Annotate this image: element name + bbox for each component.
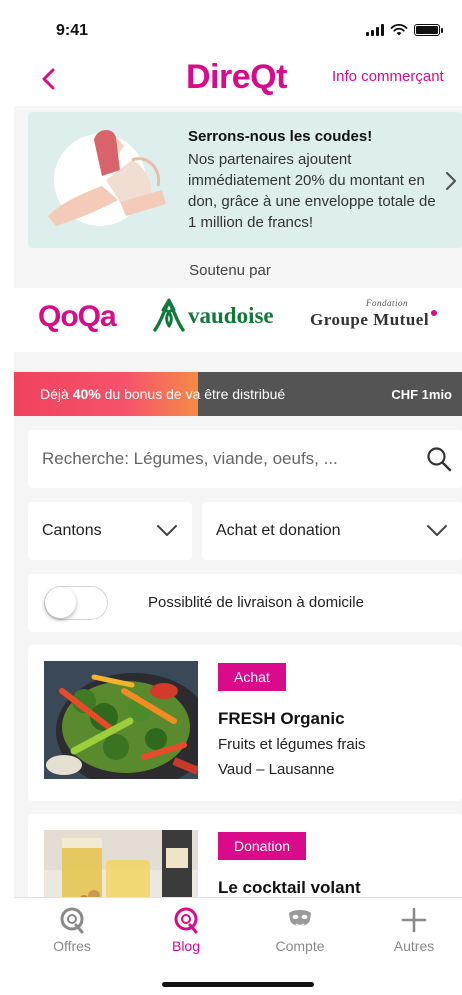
search-bar: [28, 430, 462, 488]
sponsor-logos: QoQa vaudoise Fondation Groupe Mutuel: [14, 288, 462, 352]
canton-dropdown[interactable]: Cantons: [28, 502, 192, 560]
partner-banner[interactable]: Serrons-nous les coudes! Nos partenaires…: [28, 112, 462, 248]
signal-icon: [366, 24, 384, 36]
vaudoise-wordmark: vaudoise: [188, 303, 274, 328]
battery-icon: [414, 24, 443, 36]
groupe-mutuel-dot-icon: [431, 310, 438, 316]
delivery-toggle[interactable]: [44, 586, 108, 620]
q-icon: [174, 907, 198, 934]
chevron-down-icon: [157, 525, 177, 536]
status-bar: 9:41: [14, 0, 462, 56]
app-logo: DireQt: [186, 58, 287, 96]
vegetables-photo: [44, 661, 198, 779]
bonus-amount: CHF 1mio: [391, 387, 452, 402]
banner-title: Serrons-nous les coudes!: [188, 128, 373, 145]
back-chevron-icon[interactable]: [34, 64, 64, 94]
home-indicator: [162, 982, 314, 987]
merchant-info-link[interactable]: Info commerçant: [332, 68, 444, 85]
qoqa-logo: QoQa: [38, 300, 117, 333]
banner-text: Nos partenaires ajoutent immédiatement 2…: [188, 151, 436, 231]
plus-icon: [401, 907, 427, 933]
tab-label: Autres: [393, 938, 435, 954]
type-dropdown-label: Achat et donation: [216, 522, 341, 539]
delivery-toggle-row: Possiblité de livraison à domicile: [28, 574, 462, 632]
tab-autres[interactable]: Autres: [364, 906, 462, 954]
mask-icon: [289, 910, 311, 927]
progress-label: Déjà 40% du bonus de va être distribué: [40, 386, 286, 402]
vaudoise-leaf-icon: [153, 298, 185, 332]
q-icon: [60, 907, 84, 934]
tab-compte[interactable]: Compte: [250, 906, 350, 954]
tab-label: Compte: [275, 938, 325, 954]
vaudoise-logo: vaudoise: [152, 298, 274, 334]
listing-description: Fruits et légumes frais: [218, 736, 366, 753]
top-navigation: DireQt Info commerçant: [14, 56, 462, 106]
listing-badge: Donation: [218, 832, 307, 860]
tab-blog[interactable]: Blog: [136, 906, 236, 954]
canton-dropdown-label: Cantons: [42, 522, 102, 539]
groupe-mutuel-logo: Fondation Groupe Mutuel: [310, 298, 438, 330]
chevron-down-icon: [427, 525, 447, 536]
listing-name: FRESH Organic: [218, 709, 345, 728]
groupe-mutuel-tagline: Fondation: [366, 298, 408, 308]
bottom-tab-bar: Offres Blog Compte Autres: [14, 897, 462, 995]
type-dropdown[interactable]: Achat et donation: [202, 502, 462, 560]
app-screen: 9:41 DireQt Info commerçant Serrons-nous…: [14, 0, 462, 995]
listing-card[interactable]: Achat FRESH Organic Fruits et légumes fr…: [28, 645, 462, 801]
status-icons: [366, 24, 443, 36]
listing-name: Le cocktail volant: [218, 878, 361, 897]
supported-by-label: Soutenu par: [189, 262, 271, 279]
delivery-toggle-label: Possiblité de livraison à domicile: [148, 594, 364, 611]
elbow-bump-illustration-icon: [48, 129, 166, 226]
tab-label: Offres: [53, 938, 91, 954]
status-time: 9:41: [56, 22, 89, 39]
toggle-knob: [45, 587, 76, 618]
search-icon[interactable]: [426, 446, 452, 472]
bonus-progress-bar: Déjà 40% du bonus de va être distribué C…: [14, 372, 462, 416]
tab-label: Blog: [171, 938, 201, 954]
search-input[interactable]: [42, 430, 402, 488]
chevron-right-icon[interactable]: [444, 170, 458, 192]
listing-location: Vaud – Lausanne: [218, 761, 335, 778]
wifi-icon: [390, 24, 408, 36]
listing-badge: Achat: [218, 663, 286, 691]
groupe-mutuel-wordmark: Groupe Mutuel: [310, 310, 430, 329]
tab-offres[interactable]: Offres: [22, 906, 122, 954]
progress-percent: 40%: [72, 386, 101, 402]
